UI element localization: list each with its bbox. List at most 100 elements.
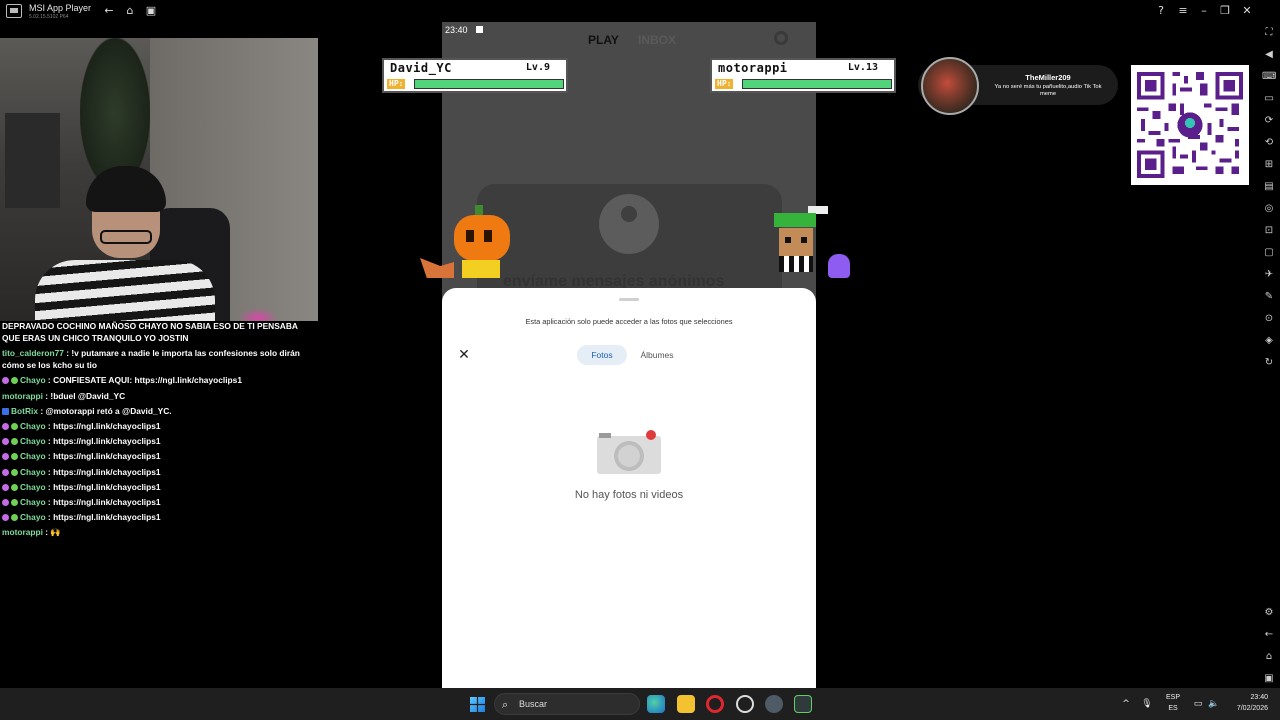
chat-separator: : xyxy=(45,512,54,523)
android-home-icon[interactable]: ⌂ xyxy=(1262,650,1276,664)
settings-icon[interactable]: ⚙ xyxy=(1262,606,1276,620)
badge-icon xyxy=(11,422,18,430)
speaker-icon[interactable]: 🔈 xyxy=(1208,698,1220,710)
gear-icon[interactable] xyxy=(774,31,788,45)
keyboard-layout[interactable]: ES xyxy=(1161,705,1185,712)
empty-state-text: No hay fotos ni videos xyxy=(574,489,684,501)
layers-icon[interactable]: ◈ xyxy=(1262,334,1276,348)
badge-icon xyxy=(2,483,9,491)
opera-icon[interactable] xyxy=(706,695,724,713)
hp-card-player1: David_YC Lv.9 HP: xyxy=(382,58,568,93)
rotate-icon[interactable]: ↻ xyxy=(1262,356,1276,370)
minimize-icon[interactable]: – xyxy=(1197,4,1211,18)
camera-icon xyxy=(597,430,661,474)
tab-albumes[interactable]: Álbumes xyxy=(635,345,679,365)
frog-eyes xyxy=(785,237,807,243)
chat-text: @motorappi retó a @David_YC. xyxy=(45,405,172,416)
drag-handle[interactable] xyxy=(619,298,639,301)
screenshot-icon[interactable]: ◎ xyxy=(1262,202,1276,216)
chat-message: Chayo : https://ngl.link/chayoclips1 xyxy=(2,511,316,523)
restore-icon[interactable]: ❐ xyxy=(1218,4,1232,18)
hp-bar xyxy=(742,79,892,89)
app-name: MSI App Player xyxy=(29,3,92,13)
screen: MSI App Player 5.02.15.5102 P64 ← ⌂ ▣ ? … xyxy=(0,0,1280,720)
photo-picker-sheet: Esta aplicación solo puede acceder a las… xyxy=(442,288,816,688)
tab-play[interactable]: PLAY xyxy=(588,33,619,47)
hp-bar-fill xyxy=(415,80,563,88)
pumpkin-face xyxy=(466,230,500,242)
android-screen: 23:40 PLAY INBOX envíame mensajes anónim… xyxy=(442,22,816,688)
performance-icon[interactable]: ▤ xyxy=(1262,180,1276,194)
chat-text: CONFIESATE AQUI: https://ngl.link/chayoc… xyxy=(53,375,242,386)
badge-icon xyxy=(2,377,9,385)
file-explorer-icon[interactable] xyxy=(677,695,695,713)
chat-username: Chayo xyxy=(20,496,46,507)
back-icon[interactable]: ← xyxy=(102,4,116,18)
tab-fotos[interactable]: Fotos xyxy=(577,345,627,365)
chat-username: Chayo xyxy=(20,375,46,386)
obs-icon[interactable] xyxy=(736,695,754,713)
chat-username: tito_calderon77 xyxy=(2,348,64,359)
screen-record-icon[interactable]: ▭ xyxy=(1262,92,1276,106)
chat-separator: : xyxy=(45,375,54,386)
webcam-shelf xyxy=(5,113,60,208)
help-icon[interactable]: ? xyxy=(1154,4,1168,18)
badge-icon xyxy=(2,453,9,461)
taskbar-search[interactable]: ⌕ Buscar xyxy=(494,693,640,715)
chat-text: https://ngl.link/chayoclips1 xyxy=(53,436,161,447)
android-recents-icon[interactable]: ▣ xyxy=(1262,672,1276,686)
network-icon[interactable]: ▭ xyxy=(1192,698,1204,710)
microphone-icon[interactable]: 🎙 xyxy=(1141,698,1153,710)
emulator-sidebar: ⛶ ◀ ⌨ ▭ ⟳ ⟲ ⊞ ▤ ◎ ⊡ ▢ ✈ ✎ ⊙ ◈ ↻ ⚙ ← ⌂ ▣ xyxy=(1258,22,1280,688)
status-time: 23:40 xyxy=(445,25,468,35)
hp-card-level: Lv.9 xyxy=(525,62,550,73)
badge-icon xyxy=(11,483,18,491)
chat-text: !bduel @David_YC xyxy=(50,390,126,401)
chat-panel: DEPRAVADO COCHINO MAÑOSO CHAYO NO SABIA … xyxy=(2,320,316,541)
chat-message: tito_calderon77 : !v putamare a nadie le… xyxy=(2,347,316,371)
clock-time[interactable]: 23:40 xyxy=(1224,694,1268,701)
chat-message: Chayo : CONFIESATE AQUI: https://ngl.lin… xyxy=(2,374,316,386)
resize-icon[interactable]: ⊡ xyxy=(1262,224,1276,238)
home-icon[interactable]: ⌂ xyxy=(123,4,137,18)
close-icon[interactable]: ✕ xyxy=(1240,4,1254,18)
taskbar: ⌕ Buscar ^ 🎙 ESP ES ▭ 🔈 23:40 7/02/2026 xyxy=(0,688,1280,720)
hp-card-name: motorappi xyxy=(718,61,788,75)
chat-message: motorappi : 🙌 xyxy=(2,526,316,538)
chat-text: https://ngl.link/chayoclips1 xyxy=(53,466,161,477)
language-code[interactable]: ESP xyxy=(1161,694,1185,701)
tab-inbox[interactable]: INBOX xyxy=(638,33,676,47)
badge-icon xyxy=(11,453,18,461)
yape-qr-code xyxy=(1131,65,1249,185)
badge-icon xyxy=(2,438,9,446)
brush-icon[interactable]: ✎ xyxy=(1262,290,1276,304)
location-icon[interactable]: ⊙ xyxy=(1262,312,1276,326)
chevron-up-icon[interactable]: ^ xyxy=(1120,698,1132,710)
chat-message: Chayo : https://ngl.link/chayoclips1 xyxy=(2,466,316,478)
msi-app-player-icon[interactable] xyxy=(794,695,812,713)
fullscreen-icon[interactable]: ⛶ xyxy=(1262,26,1276,40)
bot-badge-icon xyxy=(2,407,9,415)
chat-username: BotRix xyxy=(11,405,38,416)
airplane-icon[interactable]: ✈ xyxy=(1262,268,1276,282)
volume-icon[interactable]: ◀ xyxy=(1262,48,1276,62)
edge-icon[interactable] xyxy=(647,695,665,713)
clock-date[interactable]: 7/02/2026 xyxy=(1224,705,1268,712)
multi-instance-icon[interactable]: ▣ xyxy=(144,4,158,18)
tts-username: TheMiller209 xyxy=(1025,73,1071,82)
folder-icon[interactable]: ▢ xyxy=(1262,246,1276,260)
menu-icon[interactable]: ≡ xyxy=(1176,4,1190,18)
android-back-icon[interactable]: ← xyxy=(1262,628,1276,642)
chat-separator: : xyxy=(45,496,54,507)
sync-icon[interactable]: ⟲ xyxy=(1262,136,1276,150)
close-icon[interactable]: ✕ xyxy=(457,348,471,362)
windows-start-icon[interactable] xyxy=(470,697,485,712)
chat-message: Chayo : https://ngl.link/chayoclips1 xyxy=(2,420,316,432)
chat-text: https://ngl.link/chayoclips1 xyxy=(53,512,161,523)
badge-icon xyxy=(11,498,18,506)
chat-username: Chayo xyxy=(20,451,46,462)
macro-icon[interactable]: ⟳ xyxy=(1262,114,1276,128)
keyboard-icon[interactable]: ⌨ xyxy=(1262,70,1276,84)
settings-app-icon[interactable] xyxy=(765,695,783,713)
gamepad-icon[interactable]: ⊞ xyxy=(1262,158,1276,172)
